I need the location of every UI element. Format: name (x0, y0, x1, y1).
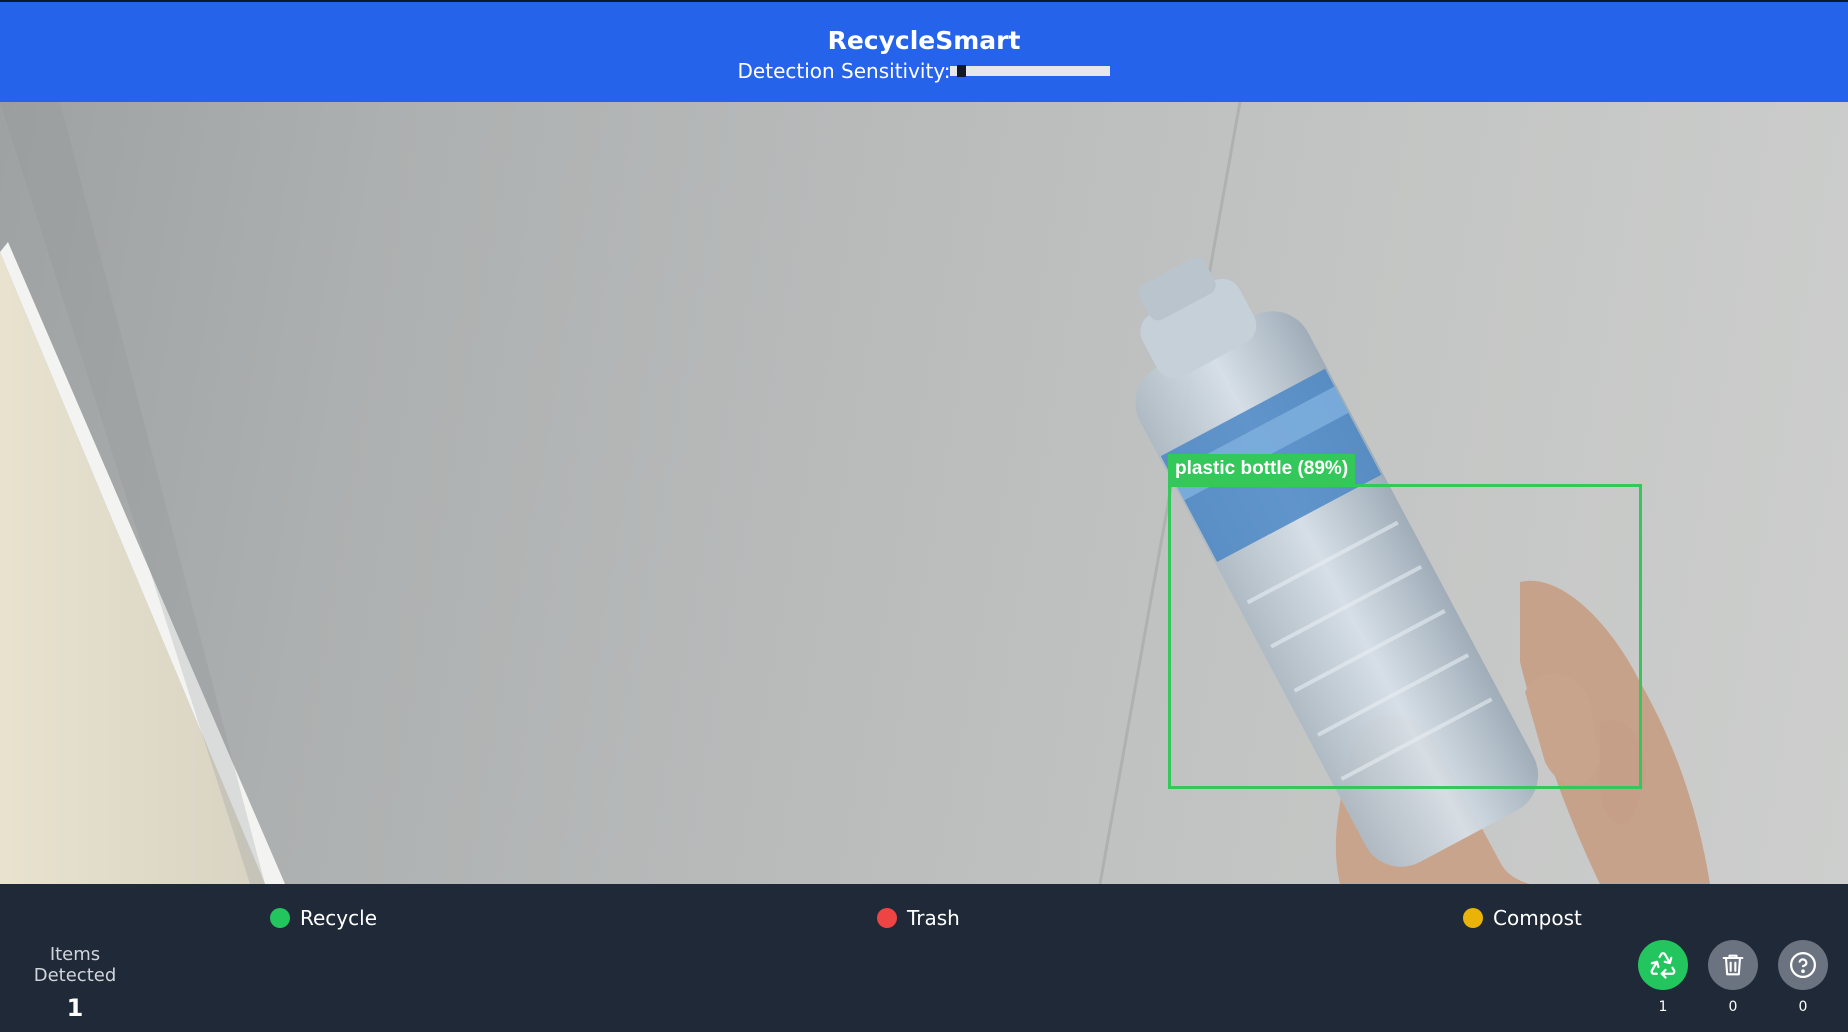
sensitivity-slider-thumb[interactable] (957, 65, 967, 77)
trash-dot-icon (877, 908, 897, 928)
detection-label: plastic bottle (89%) (1168, 454, 1356, 484)
unknown-count: 0 (1798, 999, 1808, 1015)
sensitivity-control: Detection Sensitivity: (738, 59, 1111, 83)
unknown-bin-button[interactable] (1778, 940, 1828, 990)
legend-trash: Trash (877, 906, 960, 930)
sensitivity-slider[interactable] (950, 65, 1111, 77)
question-icon (1790, 952, 1816, 978)
detection-bounding-box (1168, 484, 1642, 789)
bin-recycle: 1 (1638, 940, 1688, 1015)
trash-count: 0 (1728, 999, 1738, 1015)
compost-dot-icon (1463, 908, 1483, 928)
items-detected-label: Items Detected (33, 944, 117, 986)
sensitivity-label: Detection Sensitivity: (737, 59, 951, 83)
items-detected-stat: Items Detected 1 (15, 944, 135, 1022)
bin-unknown: 0 (1778, 940, 1828, 1015)
legend-recycle-label: Recycle (300, 906, 377, 930)
recycle-dot-icon (270, 908, 290, 928)
trash-bin-button[interactable] (1708, 940, 1758, 990)
camera-feed: plastic bottle (89%) (0, 102, 1848, 884)
recycle-icon (1650, 952, 1676, 979)
legend-trash-label: Trash (907, 906, 960, 930)
bin-trash: 0 (1708, 940, 1758, 1015)
legend-compost: Compost (1463, 906, 1582, 930)
legend-recycle: Recycle (270, 906, 377, 930)
legend-compost-label: Compost (1493, 906, 1582, 930)
app-title: RecycleSmart (827, 26, 1021, 55)
footer-panel: Recycle Trash Compost Items Detected 1 1 (0, 884, 1848, 1032)
items-detected-count: 1 (66, 994, 84, 1022)
recycle-bin-button[interactable] (1638, 940, 1688, 990)
recycle-count: 1 (1658, 999, 1668, 1015)
app-header: RecycleSmart Detection Sensitivity: (0, 0, 1848, 102)
trash-icon (1722, 954, 1744, 976)
